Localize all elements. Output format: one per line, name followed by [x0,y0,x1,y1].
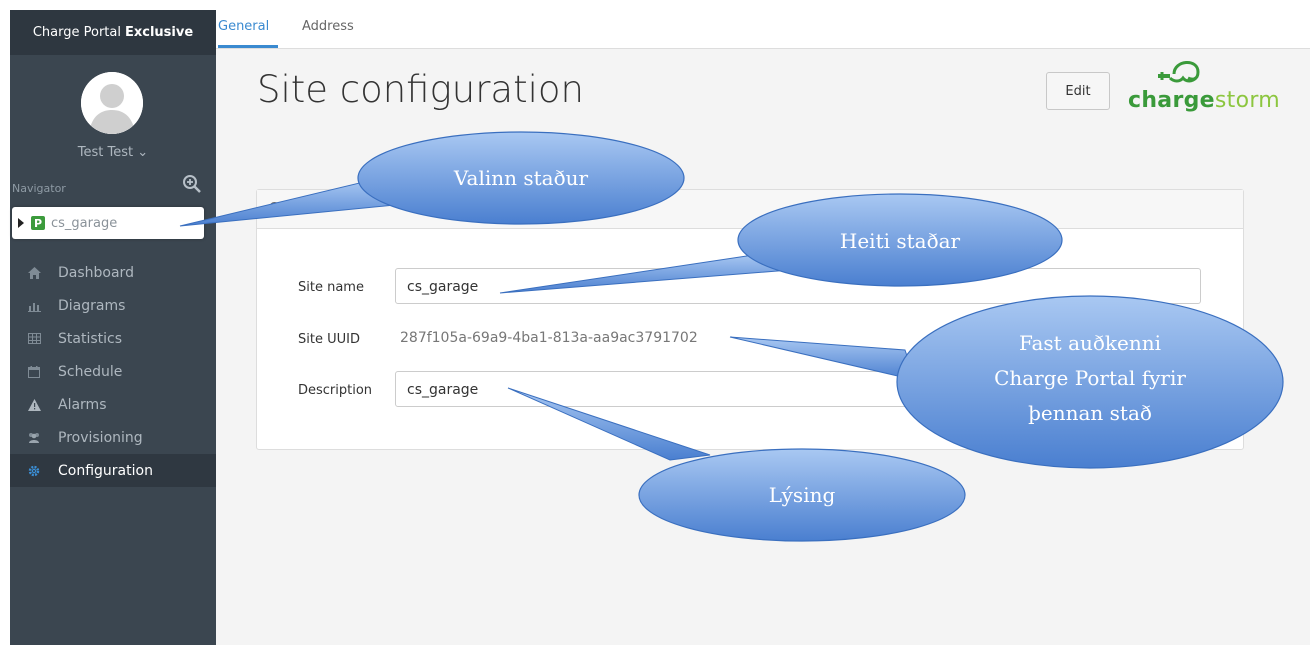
parking-icon: P [31,216,45,230]
edit-button[interactable]: Edit [1046,72,1110,110]
brand-title: Charge Portal Exclusive [10,10,216,55]
sidebar-item-label: Provisioning [58,429,143,446]
sidebar-item-statistics[interactable]: Statistics [10,322,216,355]
sidebar-menu: Dashboard Diagrams Statistics Schedule A… [10,256,216,487]
home-icon [27,266,41,280]
app-window: Charge Portal Exclusive Test Test ⌄ Navi… [10,10,1310,645]
main-content: General Address Site configuration Edit … [216,10,1310,645]
plug-car-icon [1158,61,1200,83]
brand-edition: Exclusive [124,25,194,40]
user-silhouette-icon [81,72,143,134]
site-name-label: Site name [298,280,364,295]
chevron-down-icon: ⌄ [137,145,149,160]
avatar[interactable] [81,72,143,134]
sidebar-item-dashboard[interactable]: Dashboard [10,256,216,289]
calendar-icon [27,365,41,379]
active-tab-indicator [218,45,278,48]
description-input[interactable]: cs_garage [395,371,1201,407]
site-tree-label: cs_garage [51,215,118,231]
sidebar-item-schedule[interactable]: Schedule [10,355,216,388]
sidebar-item-provisioning[interactable]: Provisioning [10,421,216,454]
tab-bar: General Address [216,10,1310,49]
site-tree-item[interactable]: P cs_garage [12,207,204,239]
sidebar-item-label: Alarms [58,396,107,413]
navigator-label: Navigator [12,182,66,195]
sidebar-item-alarms[interactable]: Alarms [10,388,216,421]
table-icon [27,332,41,346]
warning-icon [27,398,41,412]
sidebar-item-label: Diagrams [58,297,126,314]
sidebar-item-label: Statistics [58,330,122,347]
user-name: Test Test [77,145,134,160]
page-title: Site configuration [257,68,584,111]
bar-chart-icon [27,299,41,313]
brand-name: Charge Portal [32,25,121,40]
sidebar-item-label: Dashboard [58,264,134,281]
sidebar-item-configuration[interactable]: Configuration [10,454,216,487]
sidebar-item-diagrams[interactable]: Diagrams [10,289,216,322]
tab-general[interactable]: General [218,19,269,34]
general-panel: General Site name cs_garage Site UUID 28… [256,189,1244,450]
site-uuid-label: Site UUID [298,332,360,347]
description-label: Description [298,383,373,398]
logo-wordmark: chargestorm [1128,88,1281,113]
panel-header: General [257,190,1243,229]
user-menu[interactable]: Test Test ⌄ [10,145,216,160]
site-uuid-value: 287f105a-69a9-4ba1-813a-aa9ac3791702 [400,330,698,346]
tab-address[interactable]: Address [302,19,354,34]
expand-arrow-icon[interactable] [18,218,24,228]
sidebar: Charge Portal Exclusive Test Test ⌄ Navi… [10,10,216,645]
chargestorm-logo: chargestorm [1128,52,1288,122]
sidebar-item-label: Configuration [58,462,153,479]
sidebar-item-label: Schedule [58,363,123,380]
zoom-in-icon[interactable] [182,174,202,194]
users-icon [27,431,41,445]
site-name-input[interactable]: cs_garage [395,268,1201,304]
gear-icon [27,464,41,478]
